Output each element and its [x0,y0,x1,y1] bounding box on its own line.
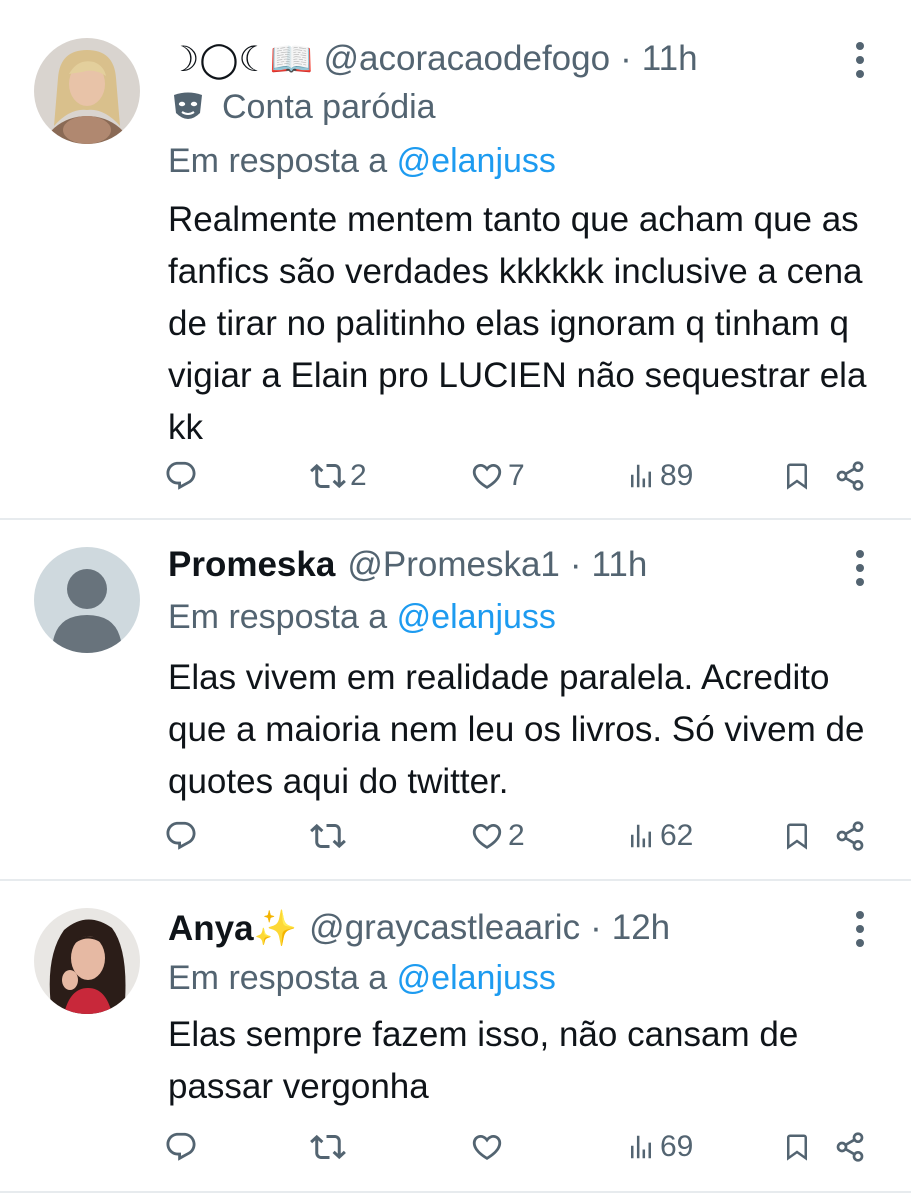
views-icon [626,821,656,851]
views-button[interactable]: 89 [626,454,693,498]
reply-button[interactable] [164,1125,202,1169]
reply-button[interactable] [164,814,202,858]
reply-context: Em resposta a @elanjuss [168,142,556,186]
share-button[interactable] [834,814,866,858]
parody-label: Conta paródia [168,84,436,130]
reply-icon [164,459,198,493]
action-bar: 2 62 [160,814,875,858]
like-button[interactable] [470,1125,508,1169]
handle[interactable]: @graycastleaaric [309,908,580,948]
handle[interactable]: @acoracaodefogo [324,39,611,79]
like-button[interactable]: 7 [470,454,525,498]
bookmark-icon [782,1132,812,1162]
bookmark-button[interactable] [782,814,812,858]
separator: · [569,545,582,584]
action-bar: 69 [160,1125,875,1169]
reply-prefix: Em resposta a [168,959,388,997]
separator: · [620,39,632,78]
like-button[interactable]: 2 [470,814,525,858]
views-icon [626,461,656,491]
repost-icon [310,458,346,494]
views-icon [626,1132,656,1162]
bookmark-icon [782,461,812,491]
repost-button[interactable]: 2 [310,454,367,498]
like-count: 2 [508,819,525,852]
tweet-text: Realmente mentem tanto que acham que as … [168,200,867,447]
separator: · [590,908,602,947]
repost-icon [310,818,346,854]
tweet-text: Elas vivem em realidade paralela. Acredi… [168,658,865,801]
tweet-text: Elas sempre fazem isso, não cansam de pa… [168,1015,799,1106]
share-button[interactable] [834,454,866,498]
timestamp[interactable]: 11h [642,39,698,79]
bookmark-button[interactable] [782,1125,812,1169]
bookmark-icon [782,821,812,851]
avatar[interactable] [34,547,140,653]
repost-button[interactable] [310,1125,350,1169]
views-button[interactable]: 62 [626,814,693,858]
reply-mention[interactable]: @elanjuss [397,959,556,997]
repost-icon [310,1129,346,1165]
avatar[interactable] [34,38,140,144]
more-icon[interactable] [853,548,867,588]
share-icon [834,1131,866,1163]
tweet[interactable]: Promeska @Promeska1 · 11h Em resposta a … [0,520,911,881]
like-count: 7 [508,459,525,492]
reply-mention[interactable]: @elanjuss [397,142,556,180]
like-icon [470,1130,504,1164]
share-icon [834,820,866,852]
repost-button[interactable] [310,814,350,858]
reply-context: Em resposta a @elanjuss [168,598,556,642]
share-button[interactable] [834,1125,866,1169]
repost-count: 2 [350,459,367,492]
parody-text: Conta paródia [222,87,436,126]
more-icon[interactable] [853,909,867,949]
tweet-header: Anya✨ @graycastleaaric · 12h [168,903,670,953]
tweet[interactable]: Anya✨ @graycastleaaric · 12h Em resposta… [0,881,911,1193]
like-icon [470,819,504,853]
tweet-header: Promeska @Promeska1 · 11h [168,540,647,590]
reply-icon [164,819,198,853]
reply-button[interactable] [164,454,202,498]
timestamp[interactable]: 11h [592,545,648,585]
views-count: 89 [660,459,694,492]
tweet-header: ☽◯☾📖 @acoracaodefogo · 11h [168,34,698,84]
timestamp[interactable]: 12h [612,908,670,948]
display-name[interactable]: ☽◯☾📖 [168,39,314,80]
reply-prefix: Em resposta a [168,598,388,636]
more-icon[interactable] [853,40,867,80]
display-name[interactable]: Anya✨ [168,908,297,949]
avatar[interactable] [34,908,140,1014]
reply-mention[interactable]: @elanjuss [397,598,556,636]
display-name[interactable]: Promeska [168,545,335,585]
reply-context: Em resposta a @elanjuss [168,959,556,1003]
views-count: 69 [660,1130,694,1163]
mask-icon [168,87,208,127]
handle[interactable]: @Promeska1 [347,545,560,585]
bookmark-button[interactable] [782,454,812,498]
reply-prefix: Em resposta a [168,142,388,180]
action-bar: 2 7 89 [160,454,875,498]
share-icon [834,460,866,492]
like-icon [470,459,504,493]
tweet[interactable]: ☽◯☾📖 @acoracaodefogo · 11h Conta paródia… [0,0,911,520]
views-count: 62 [660,819,694,852]
reply-icon [164,1130,198,1164]
views-button[interactable]: 69 [626,1125,693,1169]
